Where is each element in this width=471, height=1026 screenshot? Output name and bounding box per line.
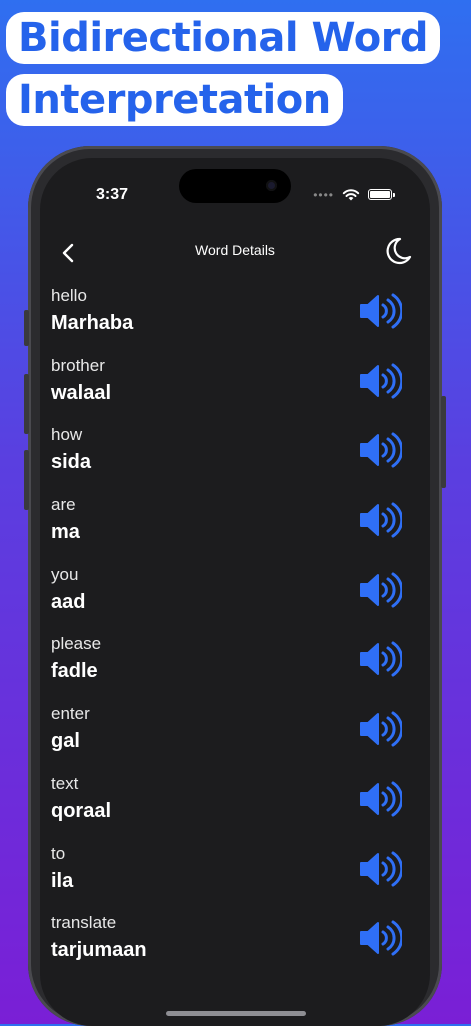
speaker-icon[interactable]	[358, 431, 402, 469]
word-row: text qoraal	[40, 768, 430, 838]
headline-line-1: Bidirectional Word	[6, 12, 441, 64]
word-row: hello Marhaba	[40, 280, 430, 350]
headline-line-2: Interpretation	[6, 74, 343, 126]
english-word: how	[51, 425, 83, 445]
english-word: brother	[51, 355, 105, 375]
word-row: please fadle	[40, 628, 430, 698]
word-row: to ila	[40, 838, 430, 908]
translated-word: aad	[51, 590, 86, 613]
speaker-icon[interactable]	[358, 919, 402, 957]
signal-dots-icon: ••••	[313, 187, 334, 202]
action-button	[24, 310, 29, 346]
volume-down-button	[24, 450, 29, 510]
page-title: Word Details	[195, 242, 275, 258]
speaker-icon[interactable]	[358, 850, 402, 888]
moon-icon[interactable]	[384, 236, 412, 266]
speaker-icon[interactable]	[358, 501, 402, 539]
volume-up-button	[24, 374, 29, 434]
speaker-icon[interactable]	[358, 710, 402, 748]
battery-icon	[368, 189, 395, 200]
word-row: enter gal	[40, 698, 430, 768]
speaker-icon[interactable]	[358, 780, 402, 818]
word-row: are ma	[40, 489, 430, 559]
english-word: text	[51, 773, 79, 793]
translated-word: qoraal	[51, 799, 112, 822]
camera-icon	[266, 180, 277, 191]
word-list: hello Marhaba brother walaal how sida are ma you…	[40, 280, 430, 977]
translated-word: sida	[51, 451, 92, 474]
dynamic-island	[179, 169, 291, 203]
english-word: are	[51, 495, 76, 515]
navbar: Word Details	[40, 226, 430, 280]
english-word: you	[51, 564, 79, 584]
app-screen: 3:37 •••• Word Details hello Marhaba broth…	[40, 158, 430, 1026]
translated-word: gal	[51, 730, 80, 753]
word-row: translate tarjumaan	[40, 907, 430, 977]
power-button	[441, 396, 446, 488]
english-word: translate	[51, 913, 117, 933]
status-icons: ••••	[313, 187, 395, 202]
translated-word: fadle	[51, 660, 98, 683]
speaker-icon[interactable]	[358, 292, 402, 330]
word-row: brother walaal	[40, 350, 430, 420]
phone-frame: 3:37 •••• Word Details hello Marhaba broth…	[24, 146, 446, 1026]
english-word: to	[51, 843, 66, 863]
home-indicator	[166, 1011, 306, 1016]
wifi-icon	[342, 189, 360, 201]
translated-word: Marhaba	[51, 312, 134, 334]
speaker-icon[interactable]	[358, 640, 402, 678]
translated-word: ma	[51, 521, 80, 544]
word-row: how sida	[40, 419, 430, 489]
translated-word: tarjumaan	[51, 939, 147, 962]
status-time: 3:37	[96, 186, 129, 203]
english-word: hello	[51, 286, 87, 305]
english-word: please	[51, 634, 102, 654]
english-word: enter	[51, 704, 90, 724]
speaker-icon[interactable]	[358, 571, 402, 609]
translated-word: walaal	[51, 381, 112, 404]
translated-word: ila	[51, 869, 74, 892]
word-row: you aad	[40, 559, 430, 629]
speaker-icon[interactable]	[358, 362, 402, 400]
